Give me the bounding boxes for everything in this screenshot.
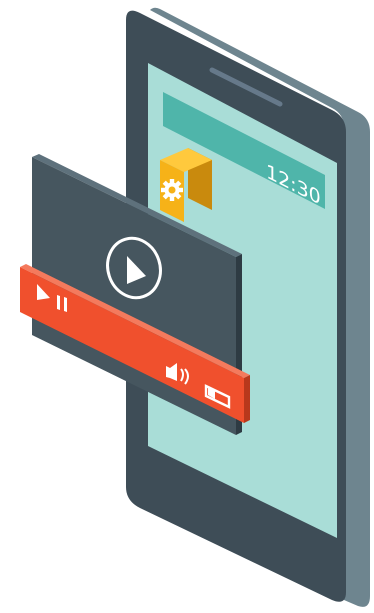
isometric-phone-illustration: 12:30 [20, 7, 370, 607]
control-bar-side-edge [244, 375, 250, 423]
gear-icon [161, 179, 183, 201]
